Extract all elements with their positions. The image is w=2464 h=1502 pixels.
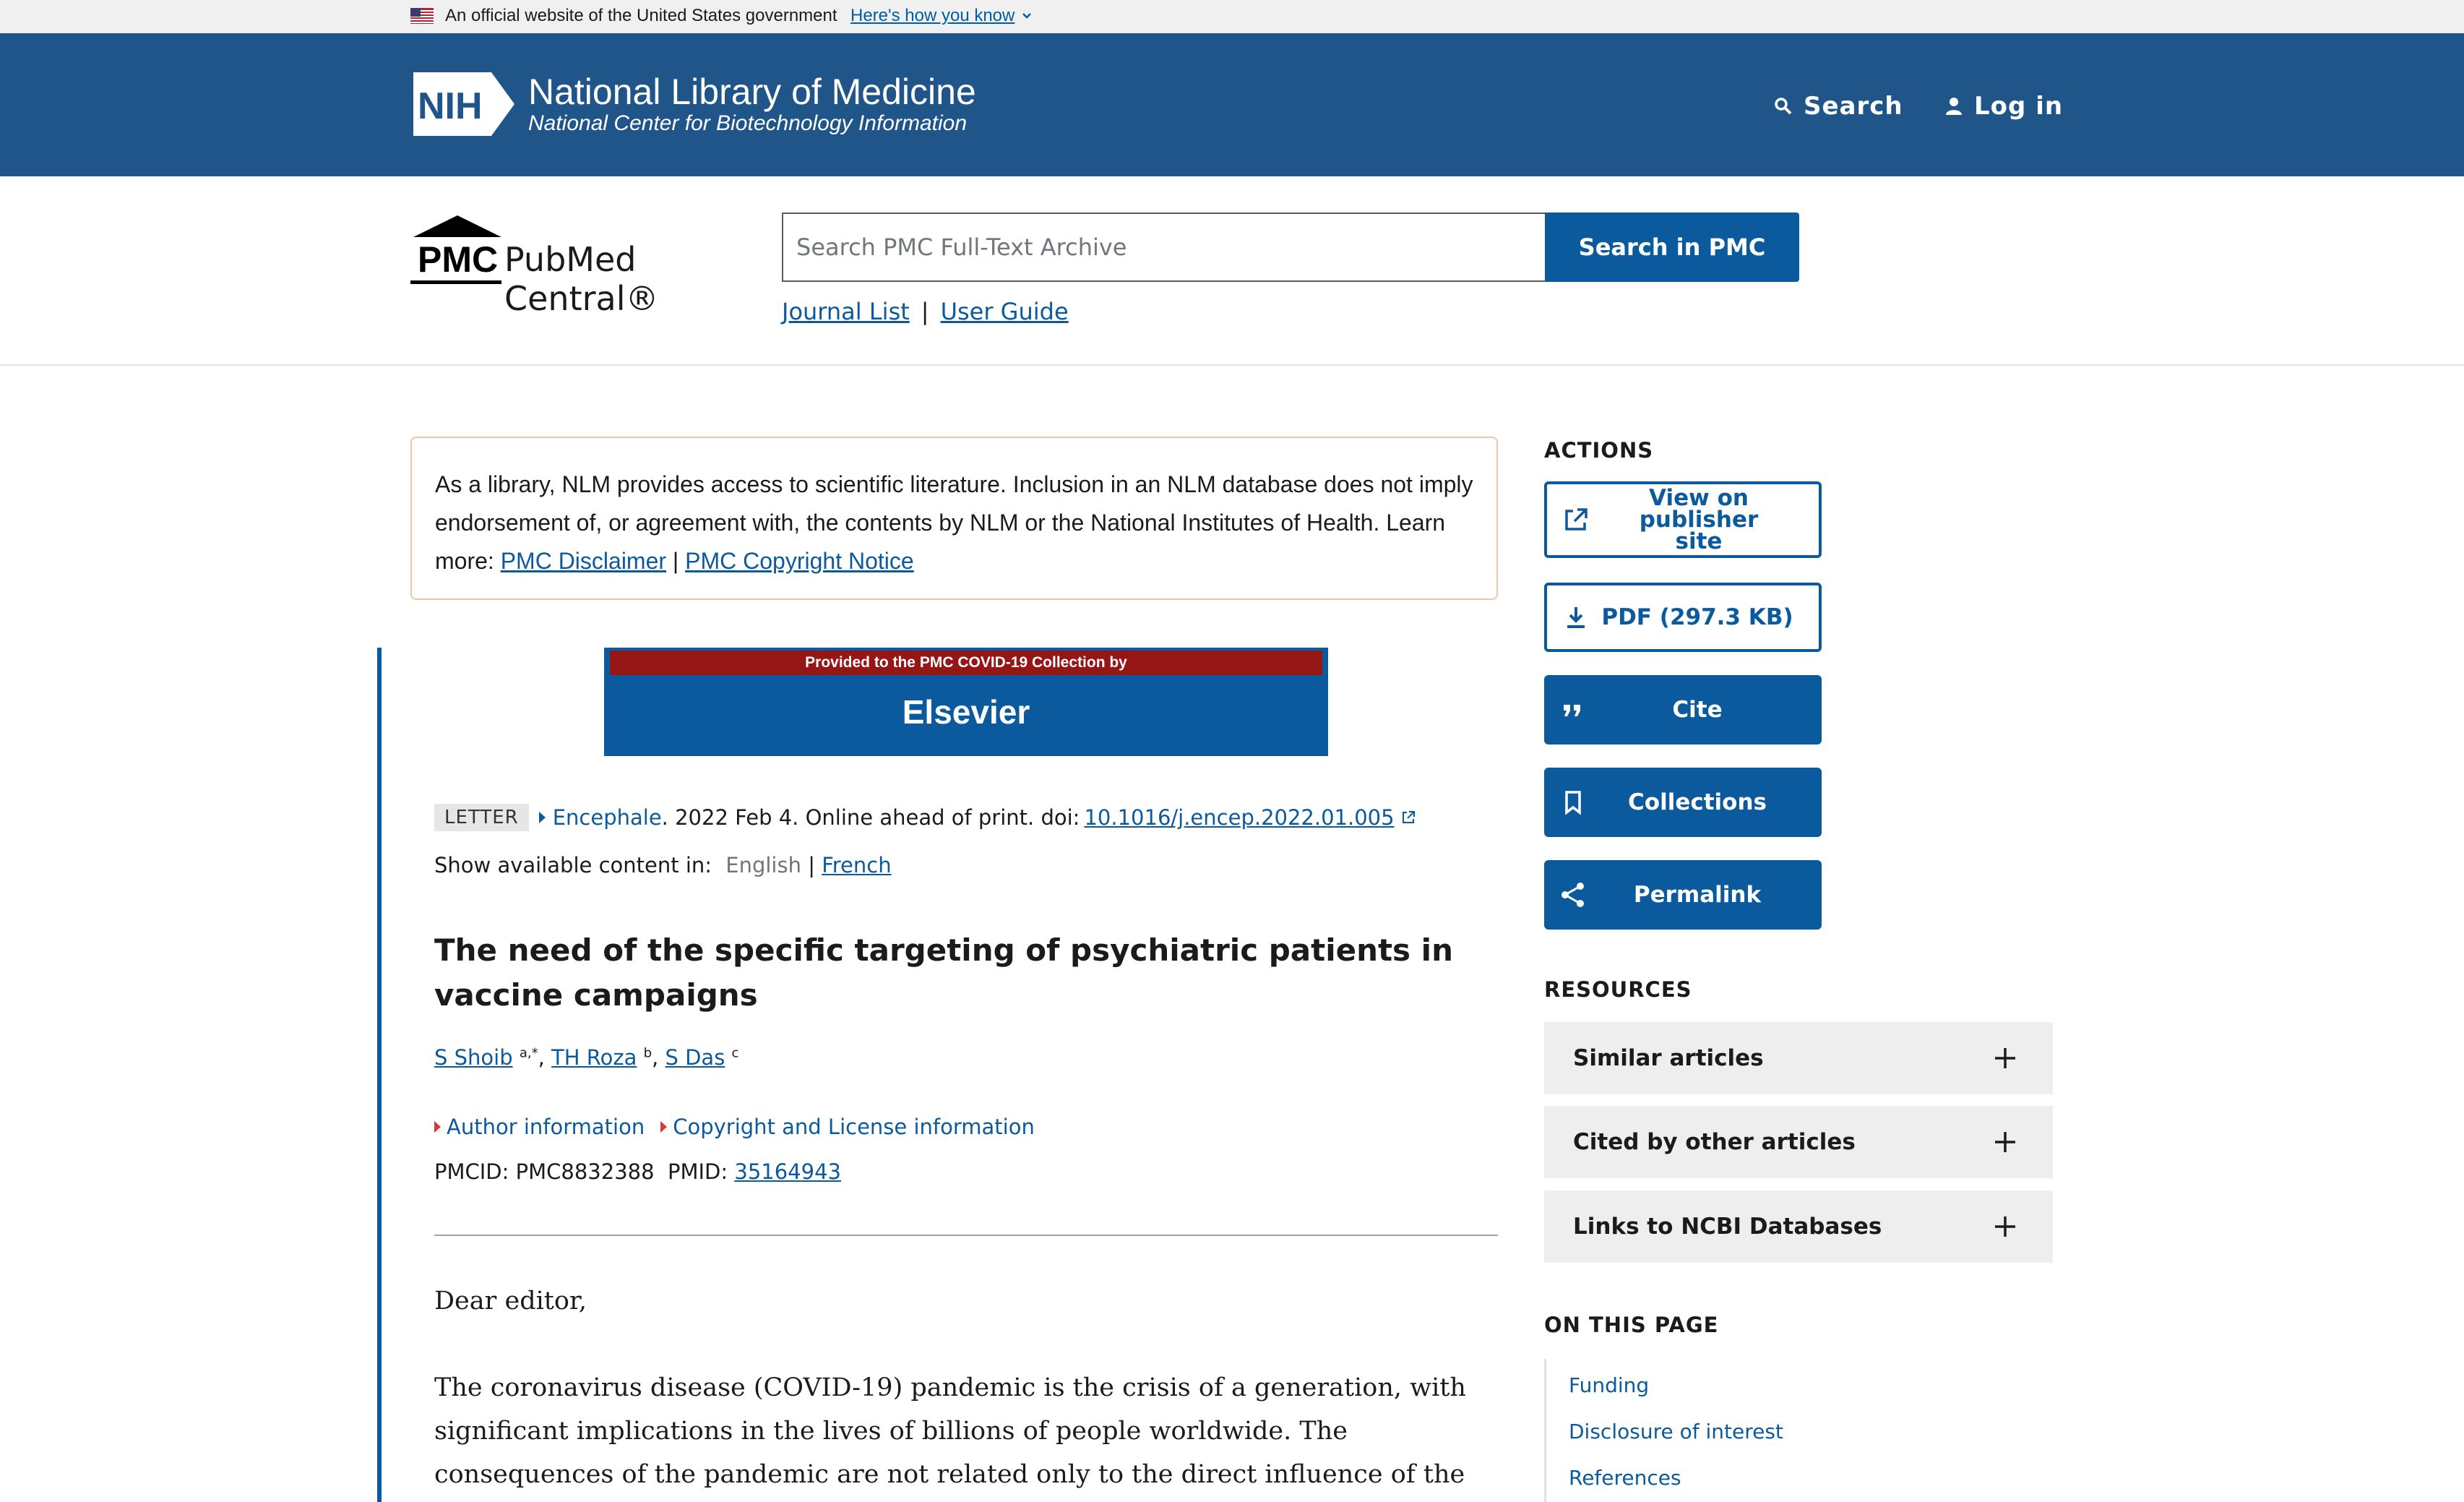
- view-publisher-site-label: View on publisher site: [1639, 485, 1759, 554]
- header-login-label: Log in: [1974, 92, 2064, 121]
- pmcid: PMCID: PMC8832388: [434, 1159, 655, 1184]
- header-search-button[interactable]: Search: [1773, 90, 1903, 123]
- collections-button[interactable]: Collections: [1544, 768, 1822, 837]
- journal-list-link[interactable]: Journal List: [782, 298, 910, 325]
- copyright-license-toggle[interactable]: Copyright and License information: [673, 1115, 1035, 1139]
- language-label: Show available content in:: [434, 853, 712, 877]
- share-icon: [1561, 883, 1584, 907]
- author-affiliation: a,*: [519, 1045, 538, 1061]
- on-this-page-rail: [1544, 1359, 1546, 1502]
- resource-label: Similar articles: [1573, 1045, 1764, 1071]
- article-divider: [434, 1235, 1498, 1236]
- author-link[interactable]: S Shoib: [434, 1045, 513, 1070]
- nih-header: NIH National Library of Medicine Nationa…: [0, 33, 2464, 176]
- author-affiliation: c: [731, 1045, 739, 1061]
- author-link[interactable]: S Das: [665, 1045, 725, 1070]
- article-citation-line: LETTER Encephale . 2022 Feb 4. Online ah…: [434, 804, 1416, 831]
- article-left-bar: [377, 648, 382, 1502]
- resource-label: Links to NCBI Databases: [1573, 1214, 1882, 1240]
- pmc-search-bar: PMC PubMed Central® Search PMC Full-Text…: [0, 176, 2464, 366]
- pmc-logo[interactable]: PMC PubMed Central®: [410, 213, 757, 318]
- link-separator: |: [921, 298, 929, 325]
- elsevier-banner-top: Provided to the PMC COVID-19 Collection …: [610, 651, 1322, 675]
- on-this-page-heading: ON THIS PAGE: [1544, 1313, 1719, 1337]
- view-publisher-site-button[interactable]: View on publisher site: [1544, 481, 1822, 558]
- journal-link[interactable]: Encephale: [553, 805, 662, 830]
- user-icon: [1946, 98, 1962, 115]
- language-english: English: [725, 853, 801, 877]
- svg-text:NIH: NIH: [418, 85, 483, 127]
- caret-right-icon[interactable]: [538, 812, 546, 823]
- author-affiliation: b: [643, 1045, 652, 1061]
- author-link[interactable]: TH Roza: [551, 1045, 637, 1070]
- chevron-down-icon[interactable]: [1021, 10, 1033, 22]
- resource-label: Cited by other articles: [1573, 1129, 1856, 1155]
- plus-icon: [1995, 1132, 2015, 1152]
- otp-link-references[interactable]: References: [1569, 1466, 1681, 1490]
- resource-similar-articles[interactable]: Similar articles: [1544, 1022, 2053, 1094]
- resource-ncbi-links[interactable]: Links to NCBI Databases: [1544, 1190, 2053, 1263]
- pmc-logo-name: PubMed Central®: [504, 240, 659, 318]
- quote-icon: [1564, 705, 1580, 716]
- us-flag-icon: [410, 8, 434, 24]
- gov-banner: An official website of the United States…: [0, 0, 2464, 33]
- doi-link[interactable]: 10.1016/j.encep.2022.01.005: [1084, 805, 1394, 830]
- resources-heading: RESOURCES: [1544, 977, 1692, 1002]
- cite-button[interactable]: Cite: [1544, 675, 1822, 744]
- pmc-logo-underline: [410, 280, 501, 284]
- citation-date: . 2022 Feb 4. Online ahead of print. doi…: [661, 805, 1080, 830]
- pmid-label: PMID:: [667, 1159, 728, 1184]
- pmc-disclaimer-link[interactable]: PMC Disclaimer: [501, 548, 666, 574]
- pdf-download-button[interactable]: PDF (297.3 KB): [1544, 583, 1822, 652]
- plus-icon: [1995, 1048, 2015, 1068]
- pmid-link[interactable]: 35164943: [734, 1159, 841, 1184]
- header-login-button[interactable]: Log in: [1944, 90, 2063, 123]
- bookmark-icon: [1565, 791, 1581, 815]
- article-info-links: Author information Copyright and License…: [434, 1115, 1051, 1139]
- article-paragraph: The coronavirus disease (COVID-19) pande…: [434, 1373, 1466, 1489]
- caret-right-icon: [434, 1121, 441, 1133]
- pmc-search-input[interactable]: Search PMC Full-Text Archive: [782, 213, 1545, 282]
- article-ids: PMCID: PMC8832388 PMID: 35164943: [434, 1159, 841, 1184]
- permalink-button[interactable]: Permalink: [1544, 860, 1822, 930]
- caret-right-icon: [660, 1121, 668, 1133]
- article-type-tag: LETTER: [434, 804, 529, 831]
- article-greeting: Dear editor,: [434, 1287, 587, 1316]
- elsevier-name: Elsevier: [902, 693, 1030, 731]
- language-sep: |: [808, 853, 815, 877]
- disclaimer-sep: |: [672, 548, 679, 574]
- nlm-title: National Library of Medicine: [528, 72, 976, 112]
- elsevier-banner: Provided to the PMC COVID-19 Collection …: [604, 648, 1328, 756]
- nlm-disclaimer: As a library, NLM provides access to sci…: [410, 437, 1498, 600]
- gov-banner-text: An official website of the United States…: [445, 6, 837, 25]
- actions-heading: ACTIONS: [1544, 438, 1654, 463]
- pmc-copyright-link[interactable]: PMC Copyright Notice: [685, 548, 914, 574]
- pmc-roof-icon: [413, 215, 501, 237]
- pmc-sub-links: Journal List | User Guide: [782, 298, 1069, 325]
- search-icon: [1775, 98, 1792, 115]
- user-guide-link[interactable]: User Guide: [941, 298, 1069, 325]
- how-you-know-link[interactable]: Here's how you know: [850, 6, 1015, 26]
- language-french-link[interactable]: French: [822, 853, 891, 877]
- plus-icon: [1995, 1216, 2015, 1237]
- download-icon: [1567, 607, 1585, 628]
- external-link-icon[interactable]: [1400, 810, 1416, 825]
- disclaimer-text: As a library, NLM provides access to sci…: [435, 471, 1473, 536]
- otp-link-disclosure[interactable]: Disclosure of interest: [1569, 1420, 1783, 1443]
- otp-link-funding[interactable]: Funding: [1569, 1373, 1649, 1397]
- language-selector: Show available content in: English | Fre…: [434, 853, 892, 877]
- pmc-logo-letters: PMC: [418, 239, 499, 280]
- nlm-subtitle: National Center for Biotechnology Inform…: [528, 111, 968, 135]
- article-title: The need of the specific targeting of ps…: [434, 932, 1453, 1013]
- author-information-toggle[interactable]: Author information: [447, 1115, 645, 1139]
- resource-cited-by[interactable]: Cited by other articles: [1544, 1106, 2053, 1178]
- nih-logo[interactable]: NIH: [410, 69, 517, 139]
- header-search-label: Search: [1804, 92, 1903, 121]
- search-in-pmc-button[interactable]: Search in PMC: [1545, 213, 1799, 282]
- author-list: S Shoib a,*, TH Roza b, S Das c: [434, 1045, 739, 1070]
- external-link-icon: [1565, 508, 1588, 531]
